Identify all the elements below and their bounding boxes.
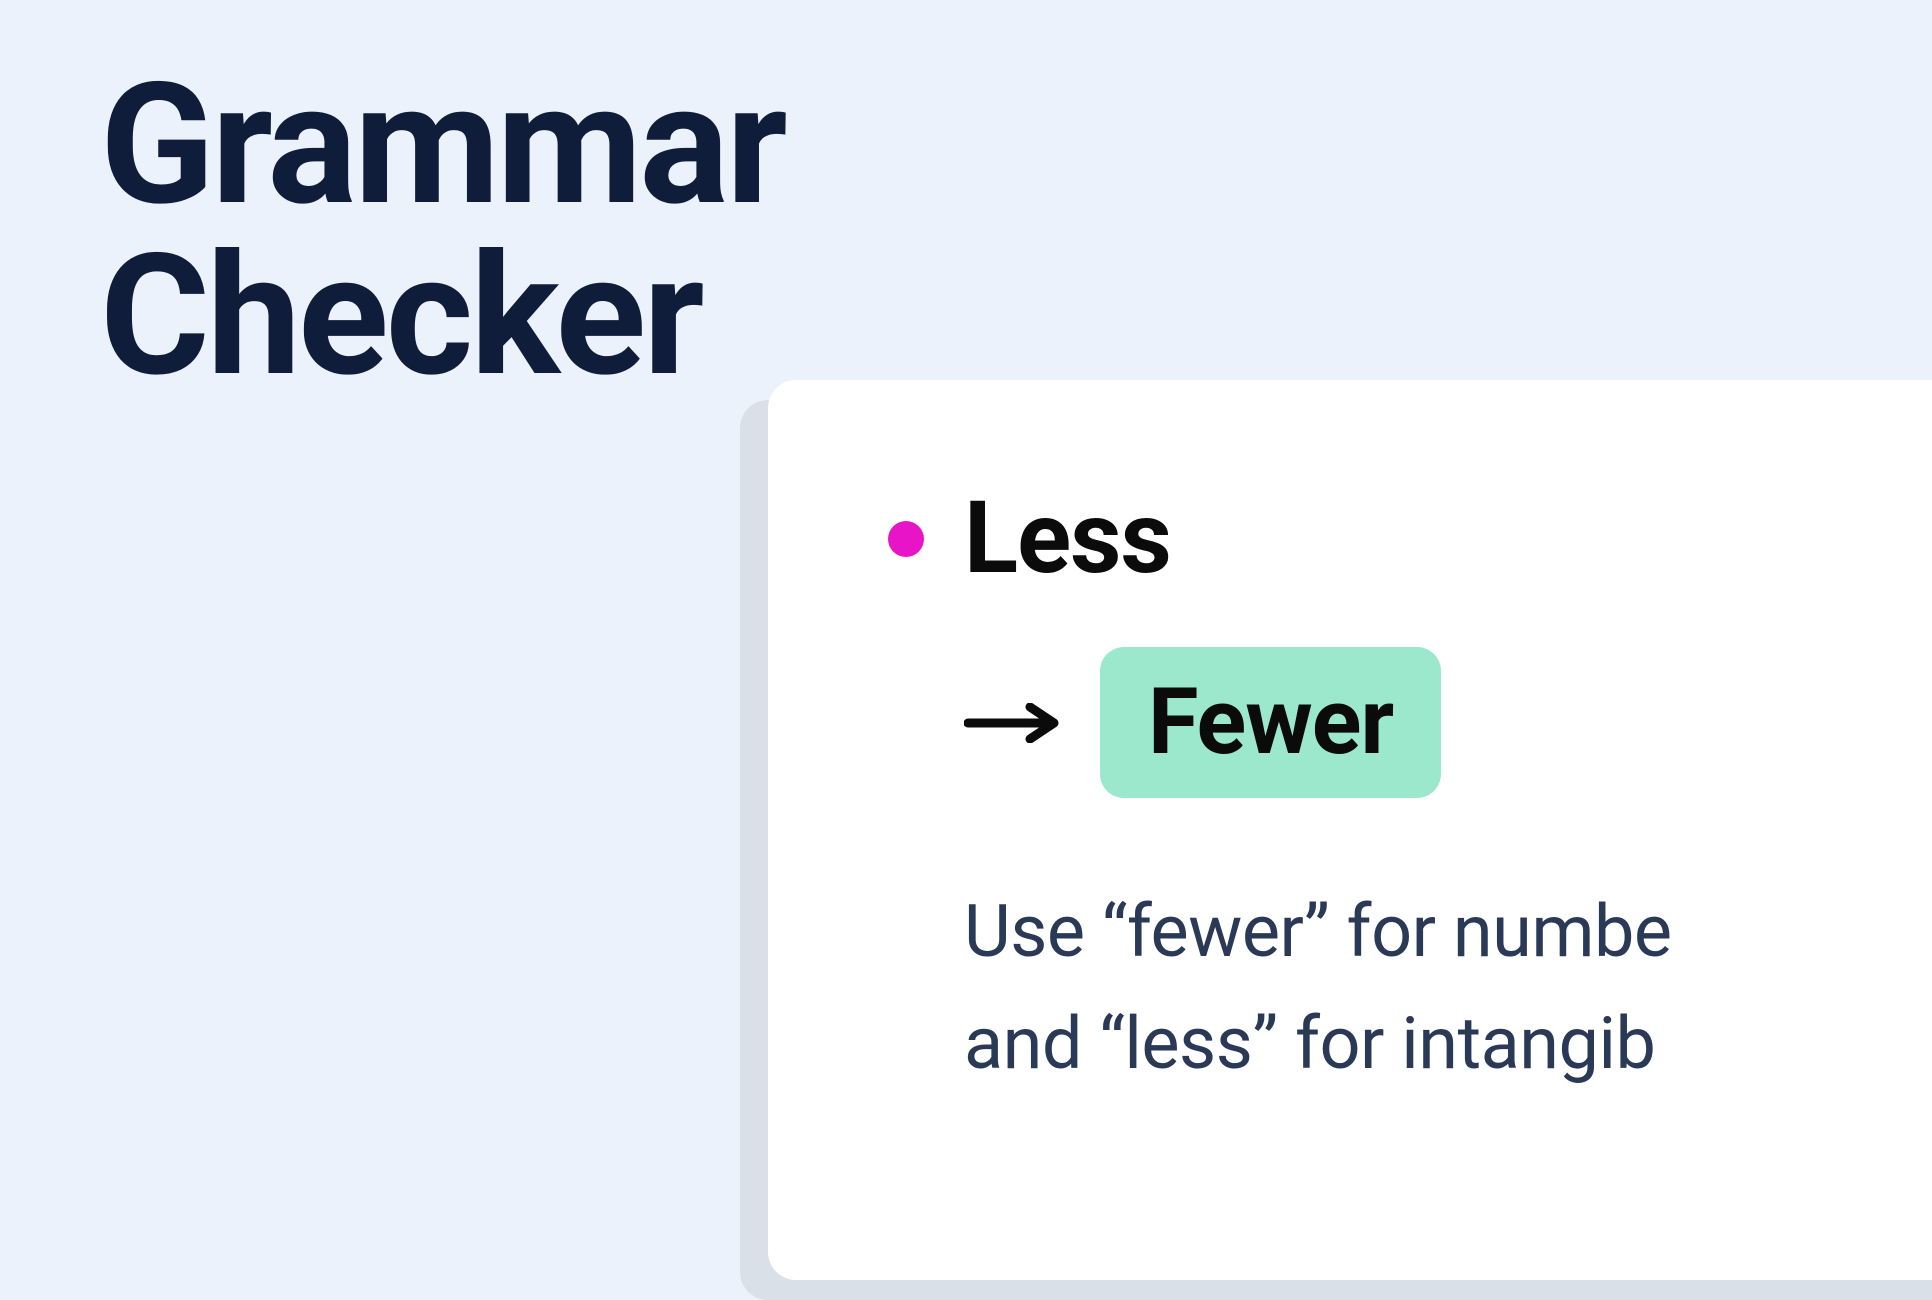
- suggestion-row: Fewer: [964, 647, 1932, 798]
- error-word: Less: [964, 480, 1171, 597]
- page-title-line1: Grammar: [100, 47, 785, 244]
- suggested-word: Fewer: [1148, 669, 1393, 776]
- page-title-line2: Checker: [100, 218, 702, 415]
- explanation-line1: Use “fewer” for numbe: [964, 889, 1672, 974]
- error-row: Less: [888, 480, 1932, 597]
- suggestion-card[interactable]: Less Fewer Use “fewer” for numbe and “le…: [768, 380, 1932, 1280]
- error-indicator-dot: [888, 521, 924, 557]
- explanation-line2: and “less” for intangib: [964, 1001, 1655, 1086]
- page-title: Grammar Checker: [100, 60, 785, 403]
- explanation-text: Use “fewer” for numbe and “less” for int…: [964, 876, 1932, 1099]
- arrow-right-icon: [964, 698, 1064, 748]
- suggestion-pill[interactable]: Fewer: [1100, 647, 1441, 798]
